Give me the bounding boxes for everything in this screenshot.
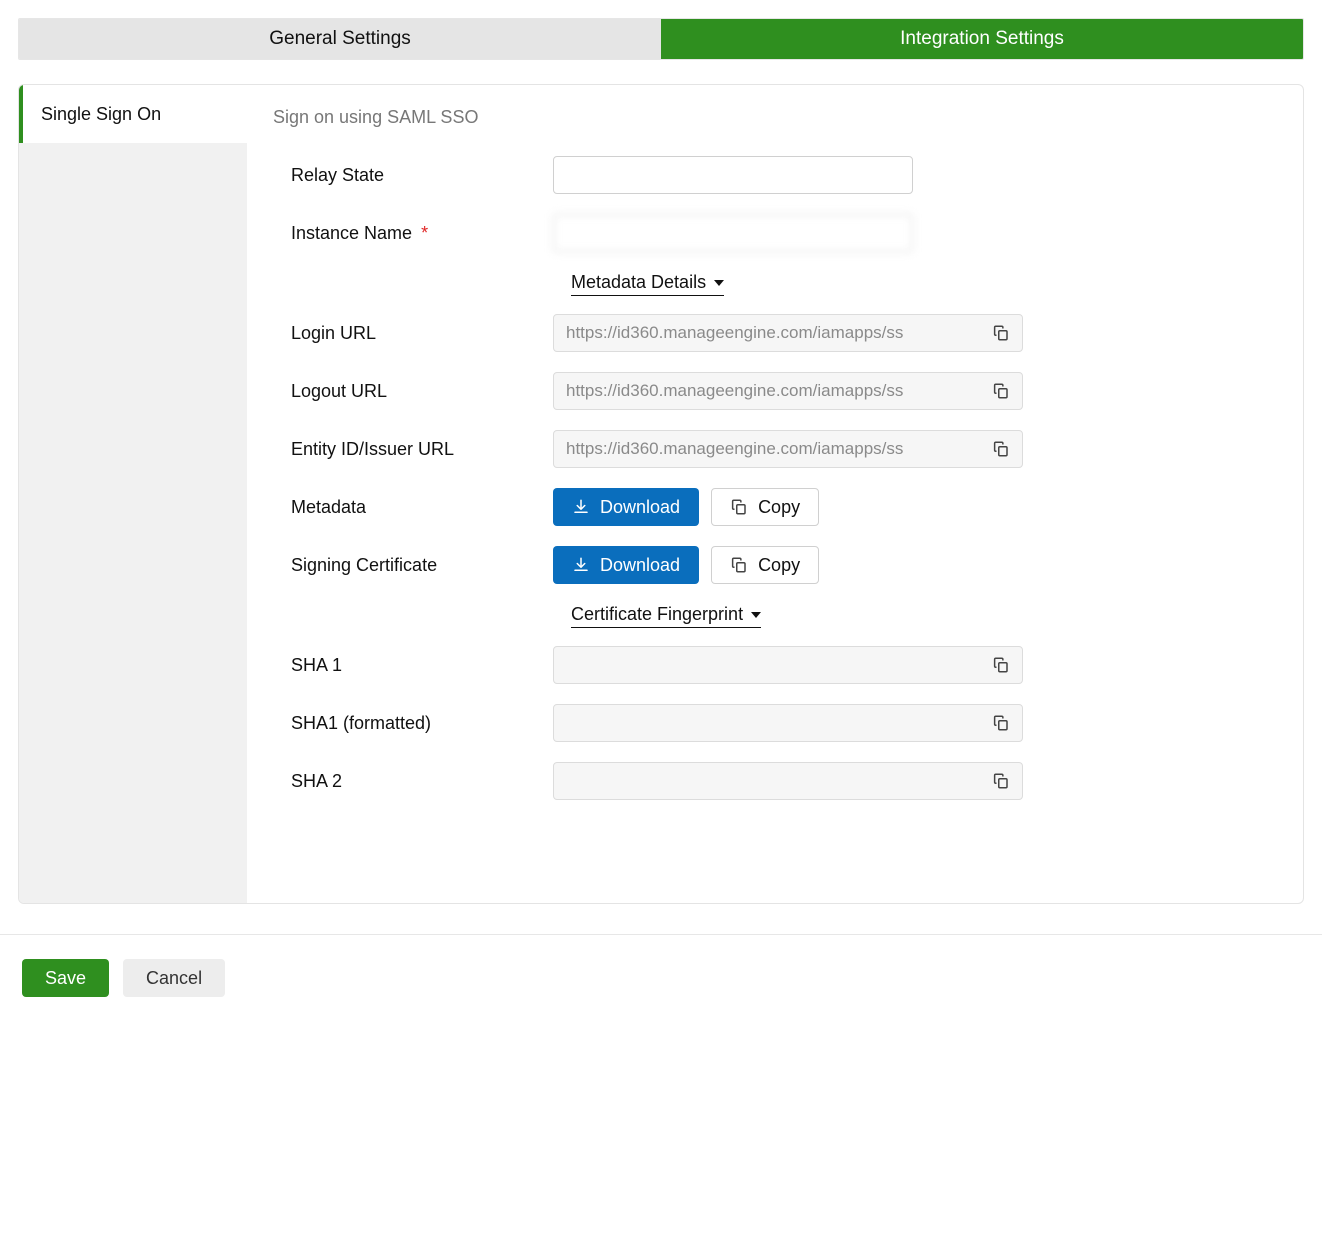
copy-entity-id-button[interactable] [980,440,1022,458]
section-title: Sign on using SAML SSO [273,107,1257,128]
copy-icon [992,382,1010,400]
integration-sidebar: Single Sign On [19,85,247,903]
entity-id-value: https://id360.manageengine.com/iamapps/s… [554,439,980,459]
settings-tabs: General Settings Integration Settings [18,18,1304,60]
copy-sha1-formatted-button[interactable] [980,714,1022,732]
label-entity-id: Entity ID/Issuer URL [273,439,553,460]
copy-signing-cert-button[interactable]: Copy [711,546,819,584]
label-logout-url: Logout URL [273,381,553,402]
download-signing-cert-button[interactable]: Download [553,546,699,584]
copy-sha2-button[interactable] [980,772,1022,790]
caret-down-icon [714,280,724,286]
certificate-fingerprint-toggle[interactable]: Certificate Fingerprint [571,604,761,628]
save-button[interactable]: Save [22,959,109,997]
copy-logout-url-button[interactable] [980,382,1022,400]
label-sha1-formatted: SHA1 (formatted) [273,713,553,734]
label-relay-state: Relay State [273,165,553,186]
copy-icon [992,772,1010,790]
login-url-field: https://id360.manageengine.com/iamapps/s… [553,314,1023,352]
required-mark: * [421,223,428,243]
caret-down-icon [751,612,761,618]
row-metadata: Metadata Download Copy [273,488,1257,526]
sso-form: Sign on using SAML SSO Relay State Insta… [247,85,1303,903]
copy-icon [730,498,748,516]
logout-url-value: https://id360.manageengine.com/iamapps/s… [554,381,980,401]
row-sha1: SHA 1 [273,646,1257,684]
cancel-button[interactable]: Cancel [123,959,225,997]
instance-name-input[interactable] [553,214,913,252]
sidebar-item-single-sign-on[interactable]: Single Sign On [19,85,247,143]
copy-sha1-button[interactable] [980,656,1022,674]
label-sha2: SHA 2 [273,771,553,792]
logout-url-field: https://id360.manageengine.com/iamapps/s… [553,372,1023,410]
row-login-url: Login URL https://id360.manageengine.com… [273,314,1257,352]
metadata-details-toggle[interactable]: Metadata Details [571,272,724,296]
label-login-url: Login URL [273,323,553,344]
download-metadata-button[interactable]: Download [553,488,699,526]
login-url-value: https://id360.manageengine.com/iamapps/s… [554,323,980,343]
sha1-formatted-field [553,704,1023,742]
sha2-field [553,762,1023,800]
label-instance-name: Instance Name * [273,223,553,244]
integration-panel: Single Sign On Sign on using SAML SSO Re… [18,84,1304,904]
footer-divider [0,934,1322,935]
copy-icon [992,440,1010,458]
copy-metadata-button[interactable]: Copy [711,488,819,526]
sha1-field [553,646,1023,684]
row-sha2: SHA 2 [273,762,1257,800]
label-metadata: Metadata [273,497,553,518]
relay-state-input[interactable] [553,156,913,194]
footer-actions: Save Cancel [18,959,1304,997]
tab-general-settings[interactable]: General Settings [19,19,661,59]
entity-id-field: https://id360.manageengine.com/iamapps/s… [553,430,1023,468]
row-instance-name: Instance Name * [273,214,1257,252]
download-icon [572,556,590,574]
row-signing-certificate: Signing Certificate Download Copy [273,546,1257,584]
copy-icon [992,656,1010,674]
row-entity-id: Entity ID/Issuer URL https://id360.manag… [273,430,1257,468]
copy-icon [992,324,1010,342]
row-relay-state: Relay State [273,156,1257,194]
tab-integration-settings[interactable]: Integration Settings [661,19,1303,59]
row-logout-url: Logout URL https://id360.manageengine.co… [273,372,1257,410]
row-metadata-details-heading: Metadata Details [273,272,1257,296]
copy-login-url-button[interactable] [980,324,1022,342]
sidebar-item-label: Single Sign On [41,104,161,125]
copy-icon [992,714,1010,732]
row-sha1-formatted: SHA1 (formatted) [273,704,1257,742]
download-icon [572,498,590,516]
label-sha1: SHA 1 [273,655,553,676]
label-signing-certificate: Signing Certificate [273,555,553,576]
row-cert-fingerprint-heading: Certificate Fingerprint [273,604,1257,628]
copy-icon [730,556,748,574]
